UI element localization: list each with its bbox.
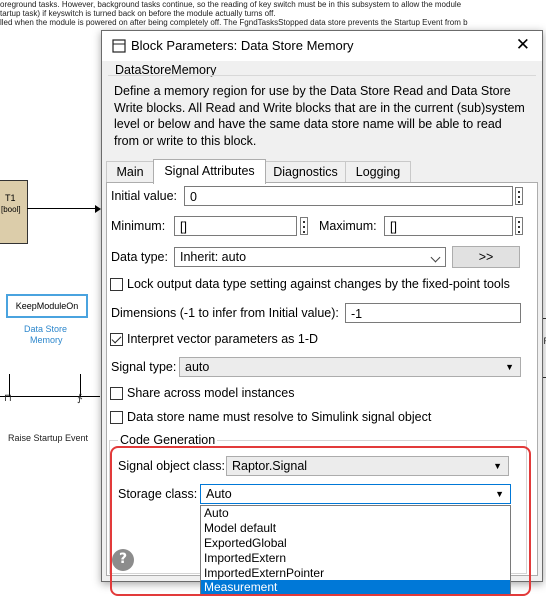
share-across-instances-label: Share across model instances [127,386,295,400]
signal-object-class-dropdown[interactable]: Raptor.Signal ▼ [226,456,509,476]
interpret-vector-checkbox[interactable] [110,333,123,346]
help-icon[interactable]: ? [112,549,134,571]
data-type-assistant-button[interactable]: >> [452,246,520,268]
initial-value-field[interactable]: 0 [184,186,513,206]
left-subsystem-block[interactable]: T1 [bool] [0,180,28,244]
storage-option-exported-global[interactable]: ExportedGlobal [201,536,510,551]
dropdown-arrow-icon: ▼ [505,362,514,372]
signal-type-dropdown[interactable]: auto ▼ [179,357,521,377]
block-parameters-dialog: Block Parameters: Data Store Memory ✕ Da… [101,30,543,595]
maximum-field[interactable]: [] [384,216,513,236]
storage-class-value: Auto [206,487,232,501]
block-description: Define a memory region for use by the Da… [114,84,525,148]
storage-class-options-list: Auto Model default ExportedGlobal Import… [200,505,511,595]
dropdown-arrow-icon: ▼ [493,461,502,471]
keepmoduleon-block[interactable]: KeepModuleOn [6,294,88,318]
block-parameters-icon [112,39,126,53]
signal-line [27,208,99,209]
resolve-signal-object-label: Data store name must resolve to Simulink… [127,410,432,424]
keepmoduleon-label: KeepModuleOn [15,301,79,311]
edge-trigger-icon: ∱ [77,393,83,404]
chevron-down-icon [430,252,441,263]
share-across-instances-checkbox[interactable] [110,387,123,400]
annotation-line: tartup task) if keyswitch is turned back… [0,9,276,18]
storage-option-imported-extern[interactable]: ImportedExtern [201,551,510,566]
dropdown-arrow-icon: ▼ [495,489,504,499]
tab-signal-attributes[interactable]: Signal Attributes [153,159,266,184]
wire-bottom-horizontal [0,396,100,397]
minimum-label: Minimum: [111,219,166,233]
checkmark-icon [111,333,122,344]
dimensions-label: Dimensions (-1 to infer from Initial val… [111,306,339,320]
resolve-signal-object-checkbox[interactable] [110,411,123,424]
storage-class-dropdown[interactable]: Auto ▼ [200,484,511,504]
minimum-menu-icon[interactable] [300,217,308,235]
background-annotation: oreground tasks. However, background tas… [0,0,468,27]
storage-option-measurement[interactable]: Measurement [201,580,510,595]
signal-object-class-label: Signal object class: [118,459,226,473]
tab-logging[interactable]: Logging [345,161,411,183]
data-store-caption: Data Store [24,324,68,334]
lock-data-type-label: Lock output data type setting against ch… [127,277,510,291]
storage-option-model-default[interactable]: Model default [201,521,510,536]
signal-object-class-value: Raptor.Signal [232,459,308,473]
tab-main[interactable]: Main [106,161,154,183]
maximum-menu-icon[interactable] [515,217,523,235]
dimensions-field[interactable]: -1 [345,303,521,323]
data-type-value: Inherit: auto [180,250,247,264]
dialog-titlebar[interactable]: Block Parameters: Data Store Memory ✕ [102,31,542,61]
initial-value-label: Initial value: [111,189,178,203]
data-store-caption-2: Memory [30,335,63,345]
signal-type-value: auto [185,360,210,374]
close-icon[interactable]: ✕ [516,35,530,55]
minimum-field[interactable]: [] [174,216,297,236]
dialog-title: Block Parameters: Data Store Memory [131,38,354,53]
storage-class-label: Storage class: [118,487,198,501]
left-block-label: T1 [5,193,16,203]
storage-option-auto[interactable]: Auto [201,506,510,521]
signal-type-label: Signal type: [111,360,177,374]
left-block-type: [bool] [1,205,21,214]
interpret-vector-label: Interpret vector parameters as 1-D [127,332,319,346]
storage-option-imported-extern-pointer[interactable]: ImportedExternPointer [201,566,510,581]
maximum-label: Maximum: [319,219,377,233]
annotation-line: oreground tasks. However, background tas… [0,0,462,9]
annotation-line: lled when the module is powered on after… [0,18,468,27]
data-type-label: Data type: [111,250,168,264]
tab-diagnostics[interactable]: Diagnostics [265,161,346,183]
code-generation-title: Code Generation [118,433,218,447]
initial-value-menu-icon[interactable] [515,187,523,205]
raise-startup-event-label: Raise Startup Event [8,433,89,443]
lock-data-type-checkbox[interactable] [110,278,123,291]
pulse-icon: ⊓ [4,393,12,404]
data-type-dropdown[interactable]: Inherit: auto [174,247,446,267]
